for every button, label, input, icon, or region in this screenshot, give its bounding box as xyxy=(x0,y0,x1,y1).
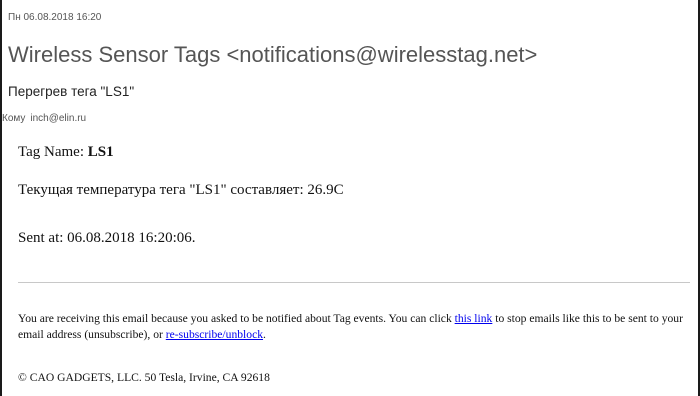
tag-name-label: Tag Name: xyxy=(18,144,88,160)
sent-at-line: Sent at: 06.08.2018 16:20:06. xyxy=(18,230,196,246)
email-sender[interactable]: Wireless Sensor Tags <notifications@wire… xyxy=(8,42,537,68)
recipient-label: Кому xyxy=(2,113,26,124)
email-date: Пн 06.08.2018 16:20 xyxy=(8,12,102,23)
window-left-border xyxy=(0,0,2,396)
email-recipient-row: Кому inch@elin.ru xyxy=(2,113,86,124)
horizontal-divider xyxy=(18,282,690,283)
tag-name-value: LS1 xyxy=(87,144,114,160)
tag-name-line: Tag Name: LS1 xyxy=(18,144,114,161)
email-subject: Перегрев тега "LS1" xyxy=(8,84,135,99)
notice-text-part1: You are receiving this email because you… xyxy=(18,312,455,325)
recipient-address[interactable]: inch@elin.ru xyxy=(30,113,86,124)
temperature-line: Текущая температура тега "LS1" составляе… xyxy=(18,182,344,198)
stop-emails-link[interactable]: this link xyxy=(455,312,493,325)
notice-text-part3: . xyxy=(263,328,266,341)
resubscribe-link[interactable]: re-subscribe/unblock xyxy=(166,328,263,341)
copyright-line: © CAO GADGETS, LLC. 50 Tesla, Irvine, CA… xyxy=(18,371,270,384)
unsubscribe-notice: You are receiving this email because you… xyxy=(18,311,690,343)
